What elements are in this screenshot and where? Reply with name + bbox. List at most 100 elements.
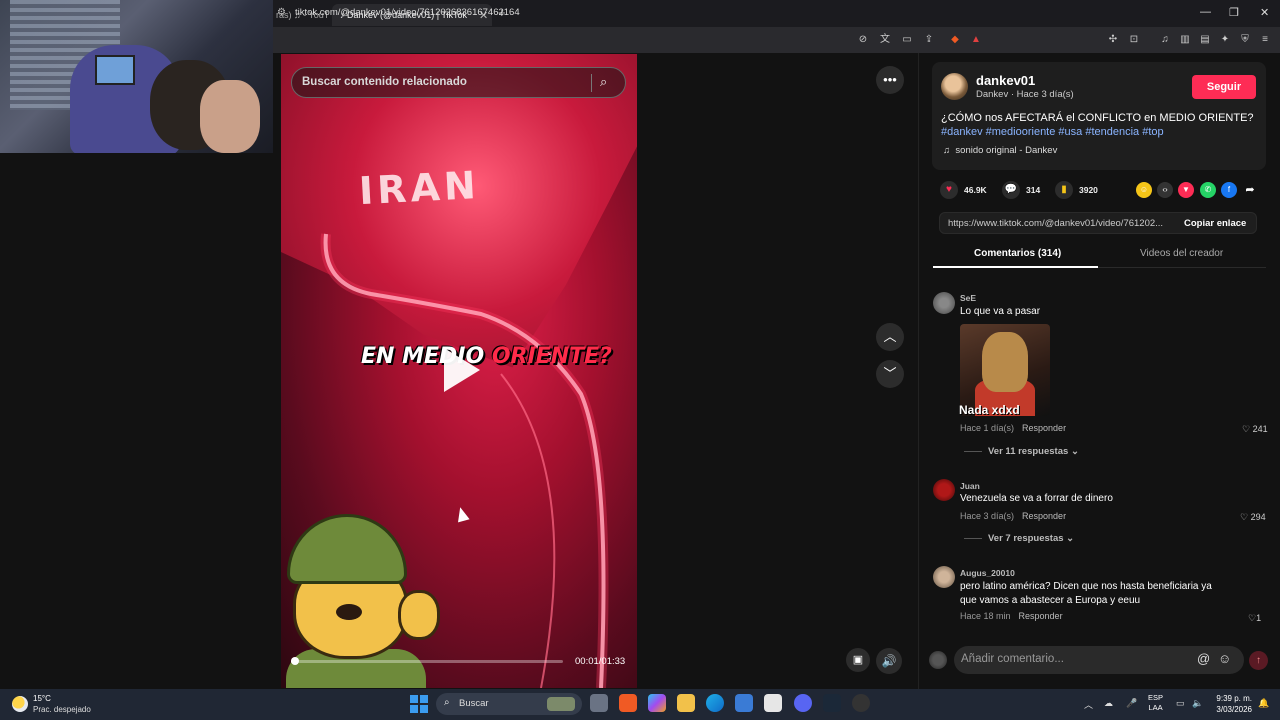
clock-date: 3/03/2026 — [1216, 705, 1252, 714]
task-view-icon[interactable] — [590, 694, 608, 712]
comment-input[interactable]: Añadir comentario... @ ☺ — [954, 646, 1244, 674]
repost-icon[interactable]: ☺ — [1136, 182, 1152, 198]
close-window-icon[interactable]: ✕ — [1260, 6, 1269, 19]
brave-app-icon[interactable] — [619, 694, 637, 712]
tab-comments[interactable]: Comentarios (314) — [974, 248, 1061, 259]
extensions-icon[interactable]: ✣ — [1106, 33, 1120, 47]
follow-button[interactable]: Seguir — [1192, 75, 1256, 99]
comment-like[interactable]: ♡ 241 — [1242, 424, 1268, 435]
post-description: ¿CÓMO nos AFECTARÁ el CONFLICTO en MEDIO… — [941, 111, 1259, 139]
app-icon[interactable] — [852, 694, 870, 712]
tray-overflow-icon[interactable]: ︿ — [1084, 698, 1093, 711]
send-icon[interactable]: ↑ — [1249, 651, 1268, 670]
creator-subline: Dankev · Hace 3 día(s) — [976, 89, 1074, 100]
sidebar-icon[interactable]: ▥ — [1178, 33, 1192, 47]
leo-ai-icon[interactable]: ✦ — [1218, 33, 1232, 47]
comment-avatar[interactable] — [933, 479, 955, 501]
comment-like[interactable]: ♡ 294 — [1240, 512, 1266, 523]
cast-icon[interactable]: ▭ — [900, 33, 914, 47]
brave-shield-icon[interactable]: ◆ — [948, 33, 962, 47]
my-avatar — [929, 651, 947, 669]
comment-like[interactable]: ♡1 — [1248, 613, 1261, 624]
video-player[interactable]: IRAN EN MEDIO ORIENTE? — [281, 54, 637, 688]
search-icon[interactable]: ⌕ — [600, 74, 607, 90]
mail-app-icon[interactable] — [735, 694, 753, 712]
view-replies[interactable]: Ver 11 respuestas ⌄ — [964, 446, 1079, 457]
webcam-overlay — [0, 0, 273, 153]
heart-icon[interactable]: ♥ — [940, 181, 958, 199]
creator-avatar[interactable] — [941, 73, 968, 100]
microphone-icon[interactable]: 🎤 — [1126, 698, 1137, 709]
file-explorer-icon[interactable] — [677, 694, 695, 712]
translate-icon[interactable]: 文 — [878, 33, 892, 47]
view-replies[interactable]: Ver 7 respuestas ⌄ — [964, 533, 1074, 544]
embed-icon[interactable]: ‹› — [1157, 182, 1173, 198]
more-options-icon[interactable]: ••• — [876, 66, 904, 94]
comment-meta: Hace 18 min Responder — [960, 611, 1063, 621]
send-to-friends-icon[interactable]: ▼ — [1178, 182, 1194, 198]
comment-text: Lo que va a pasar — [960, 306, 1041, 317]
tab-creator-videos[interactable]: Videos del creador — [1140, 248, 1223, 259]
share-page-icon[interactable]: ⇪ — [922, 33, 936, 47]
share-arrow-icon[interactable]: ➦ — [1242, 182, 1258, 198]
comment-avatar[interactable] — [933, 292, 955, 314]
overlay-red: ORIENTE? — [491, 344, 612, 369]
comment-icon[interactable]: 💬 — [1002, 181, 1020, 199]
chevron-down-small-icon: ⌄ — [1070, 446, 1079, 457]
vpn-icon[interactable]: ⛨ — [1238, 33, 1252, 47]
store-app-icon[interactable] — [764, 694, 782, 712]
speaker-icon[interactable]: 🔈 — [1192, 698, 1203, 709]
related-search-input[interactable]: Buscar contenido relacionado ⌕ — [291, 67, 626, 98]
notifications-icon[interactable]: 🔔 — [1258, 698, 1269, 709]
screenshot-icon[interactable]: ⊡ — [1127, 33, 1141, 47]
chevron-up-icon[interactable]: ︿ — [876, 323, 904, 351]
comment-username[interactable]: SeE — [960, 293, 976, 303]
comment-username[interactable]: Augus_20010 — [960, 568, 1015, 578]
start-icon[interactable] — [410, 695, 428, 713]
reply-link[interactable]: Responder — [1022, 423, 1066, 433]
wallet-icon[interactable]: ▤ — [1198, 33, 1212, 47]
reply-link[interactable]: Responder — [1019, 611, 1063, 621]
weather-icon[interactable] — [12, 696, 28, 712]
network-icon[interactable]: ▭ — [1176, 698, 1185, 709]
video-progress-bar[interactable] — [291, 657, 563, 665]
facebook-icon[interactable]: f — [1221, 182, 1237, 198]
taskbar-search[interactable]: ⌕ Buscar — [436, 693, 582, 715]
copilot-app-icon[interactable] — [648, 694, 666, 712]
post-hashtags[interactable]: #dankev #mediooriente #usa #tendencia #t… — [941, 125, 1259, 139]
floating-player-icon[interactable]: ▣ — [846, 648, 870, 672]
clock[interactable]: 9:39 p. m. 3/03/2026 — [1212, 693, 1252, 715]
minimize-icon[interactable]: — — [1200, 6, 1211, 18]
mascot-paw — [398, 590, 440, 640]
chevron-down-icon[interactable]: ﹀ — [876, 360, 904, 388]
no-tracking-icon[interactable]: ⊘ — [856, 33, 870, 47]
restore-icon[interactable]: ❐ — [1229, 6, 1239, 19]
bookmark-icon[interactable]: ▮ — [1055, 181, 1073, 199]
brave-rewards-icon[interactable]: ▲ — [969, 33, 983, 47]
comment-time: Hace 3 día(s) — [960, 511, 1015, 521]
url-field[interactable]: tiktok.com/@dankev01/video/7612026836167… — [295, 7, 520, 18]
reply-link[interactable]: Responder — [1022, 511, 1066, 521]
language-indicator[interactable]: ESP LAA — [1148, 693, 1163, 713]
play-icon[interactable] — [444, 348, 480, 392]
view-replies-label: Ver 11 respuestas — [988, 446, 1069, 457]
emoji-icon[interactable]: ☺ — [1218, 651, 1231, 666]
comment-text: pero latino américa? Dicen que nos hasta… — [960, 581, 1212, 606]
steam-app-icon[interactable] — [823, 694, 841, 712]
sound-link[interactable]: ♫ sonido original - Dankev — [943, 145, 1057, 156]
screen: IRAN EN MEDIO ORIENTE? Buscar contenido … — [0, 0, 1280, 720]
progress-knob[interactable] — [291, 657, 299, 665]
creator-username[interactable]: dankev01 — [976, 73, 1035, 88]
edge-app-icon[interactable] — [706, 694, 724, 712]
whatsapp-icon[interactable]: ✆ — [1200, 182, 1216, 198]
discord-app-icon[interactable] — [794, 694, 812, 712]
menu-icon[interactable]: ≡ — [1258, 33, 1272, 47]
comment-username[interactable]: Juan — [960, 481, 980, 491]
copy-link-button[interactable]: Copiar enlace — [1184, 218, 1246, 229]
mention-icon[interactable]: @ — [1197, 651, 1210, 666]
comment-avatar[interactable] — [933, 566, 955, 588]
onedrive-icon[interactable]: ☁ — [1104, 698, 1113, 709]
media-icon[interactable]: ♫ — [1158, 33, 1172, 47]
site-settings-icon[interactable]: ⚙ — [277, 7, 286, 18]
volume-icon[interactable]: 🔊 — [876, 648, 902, 674]
